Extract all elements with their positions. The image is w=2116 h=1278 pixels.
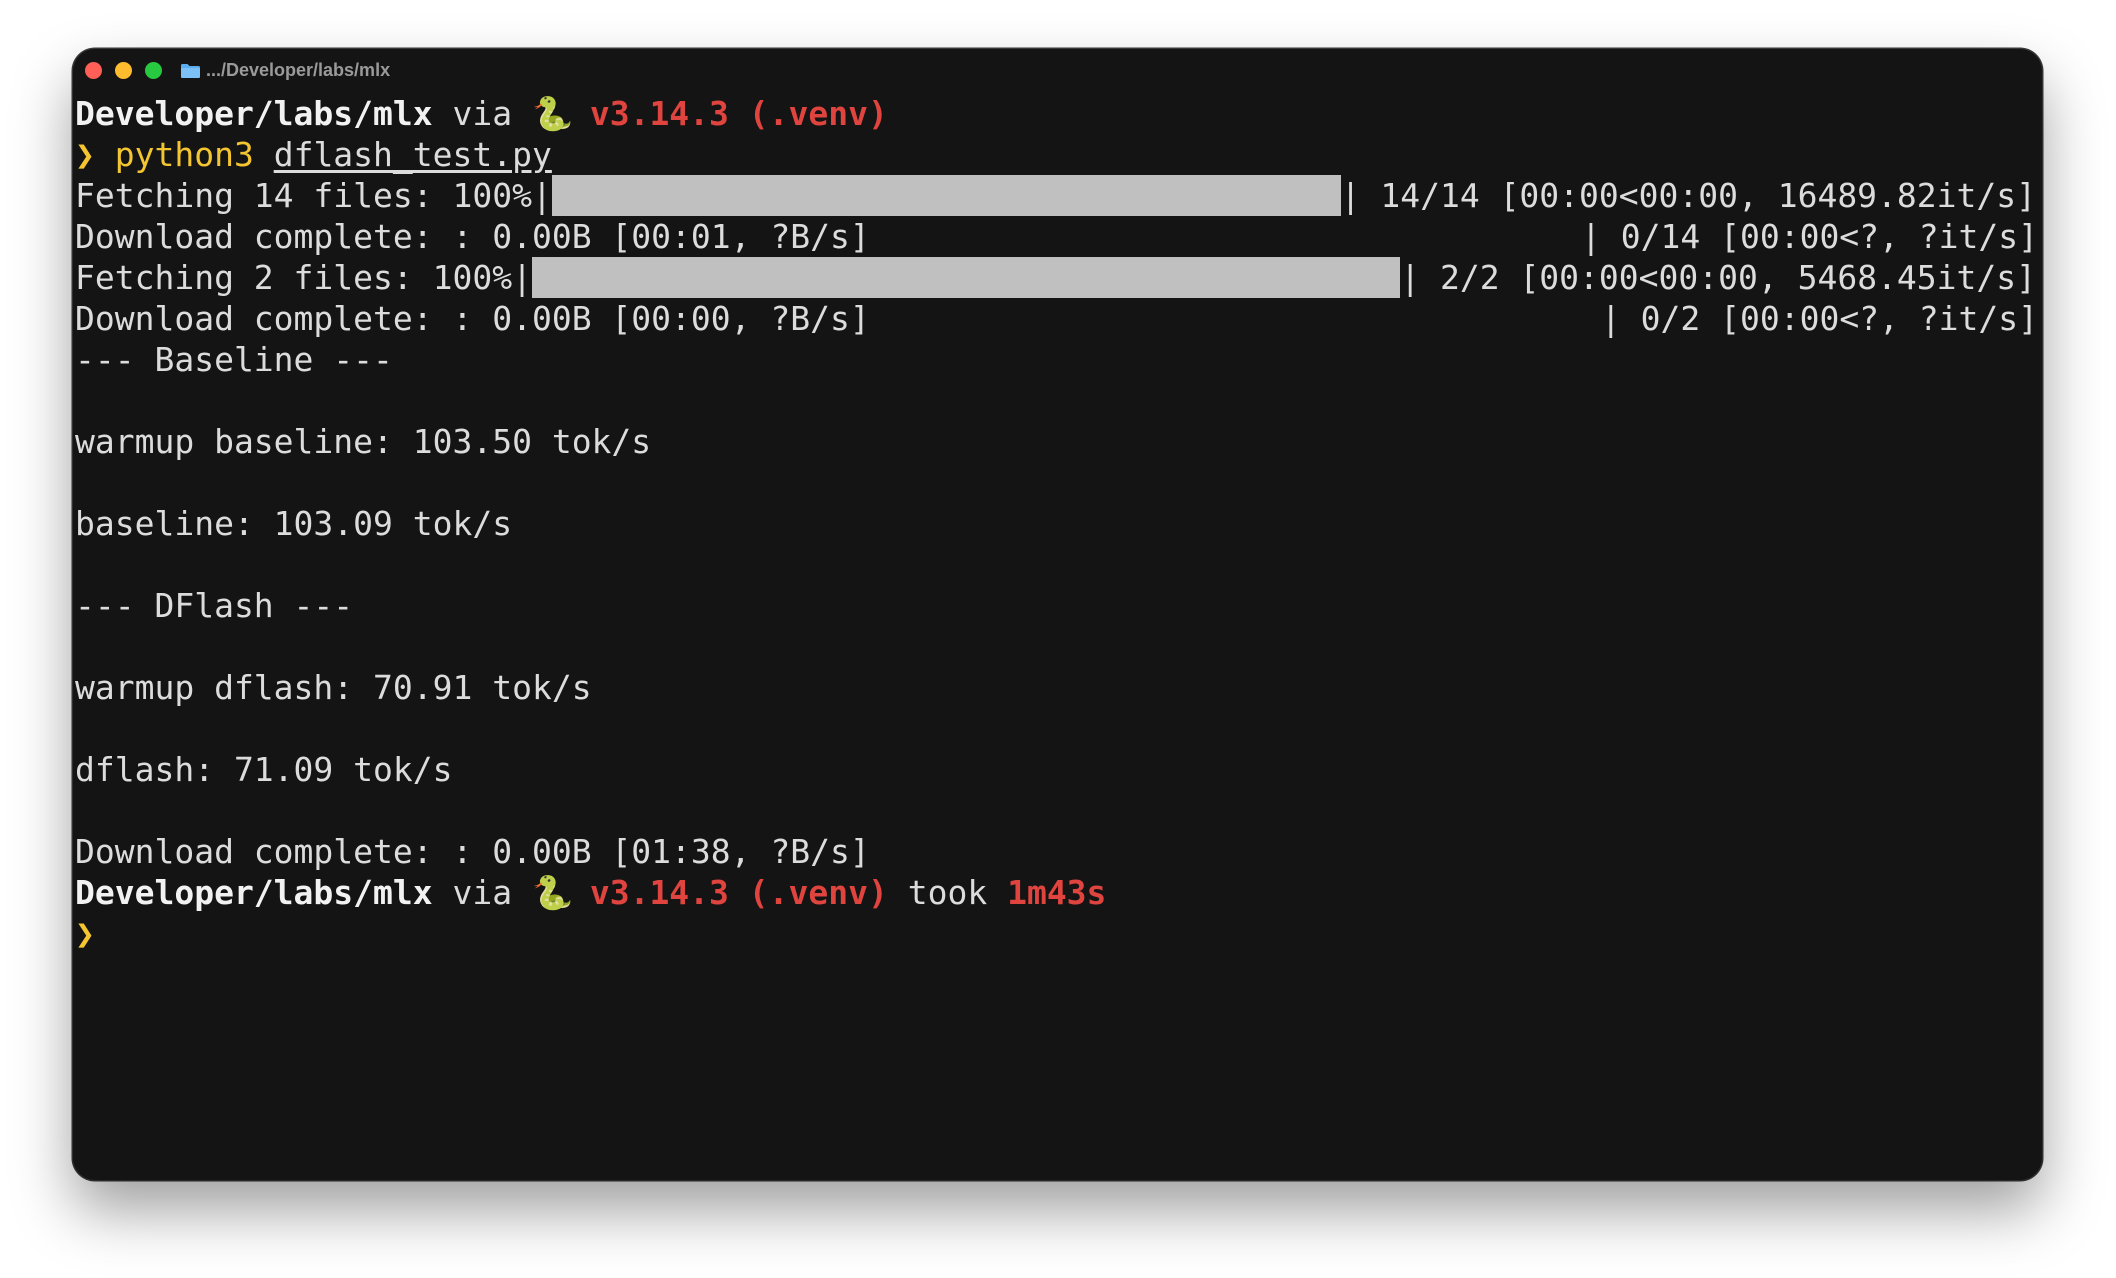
window-title: .../Developer/labs/mlx bbox=[206, 60, 391, 80]
prompt-line-3[interactable]: ❯ bbox=[75, 913, 2042, 954]
python-version: v3.14.3 (.venv) bbox=[569, 94, 888, 133]
download-line-2: Download complete: : 0.00B [00:00, ?B/s]… bbox=[75, 298, 2042, 339]
python-snake-icon: 🐍 bbox=[531, 94, 574, 133]
close-window-button[interactable] bbox=[85, 62, 102, 79]
command-duration: 1m43s bbox=[1007, 873, 1107, 912]
progress-label-1: Fetching 14 files: 100%| bbox=[75, 176, 552, 215]
download-text-1: Download complete: : 0.00B [00:01, ?B/s] bbox=[75, 217, 870, 256]
prompt-directory: Developer/labs/mlx bbox=[75, 873, 433, 912]
prompt-line-2: Developer/labs/mlx via 🐍 v3.14.3 (.venv)… bbox=[75, 872, 2042, 913]
minimize-window-button[interactable] bbox=[115, 62, 132, 79]
download-line-1: Download complete: : 0.00B [00:01, ?B/s]… bbox=[75, 216, 2042, 257]
python-snake-icon: 🐍 bbox=[531, 873, 574, 912]
prompt-symbol: ❯ bbox=[75, 914, 95, 953]
progress-line-2: Fetching 2 files: 100%| | 2/2 [00:00<00:0… bbox=[75, 257, 2042, 298]
dflash-result: dflash: 71.09 tok/s bbox=[75, 750, 453, 789]
baseline-result: baseline: 103.09 tok/s bbox=[75, 504, 513, 543]
prompt-symbol: ❯ bbox=[75, 135, 95, 174]
download-final-line: Download complete: : 0.00B [01:38, ?B/s] bbox=[75, 832, 870, 871]
command-line: ❯ python3 dflash_test.py bbox=[75, 134, 2042, 175]
progress-label-2: Fetching 2 files: 100%| bbox=[75, 258, 532, 297]
prompt-took: took bbox=[887, 873, 1008, 912]
command-program: python3 bbox=[114, 135, 254, 174]
prompt-directory: Developer/labs/mlx bbox=[75, 94, 433, 133]
progress-stats-1: | 14/14 [00:00<00:00, 16489.82it/s] bbox=[1340, 176, 2036, 215]
progress-bar-1 bbox=[551, 175, 1341, 216]
folder-icon bbox=[181, 64, 200, 78]
download-text-2: Download complete: : 0.00B [00:00, ?B/s] bbox=[75, 299, 870, 338]
dflash-header: --- DFlash --- bbox=[75, 586, 354, 625]
prompt-line-1: Developer/labs/mlx via 🐍 v3.14.3 (.venv) bbox=[75, 93, 2042, 134]
title-bar: .../Developer/labs/mlx bbox=[73, 49, 2042, 93]
progress-line-1: Fetching 14 files: 100%| | 14/14 [00:00<0… bbox=[75, 175, 2042, 216]
zoom-window-button[interactable] bbox=[145, 62, 162, 79]
prompt-via: via bbox=[432, 873, 532, 912]
baseline-header: --- Baseline --- bbox=[75, 340, 393, 379]
warmup-baseline-result: warmup baseline: 103.50 tok/s bbox=[75, 422, 652, 461]
progress-stats-2: | 2/2 [00:00<00:00, 5468.45it/s] bbox=[1400, 258, 2036, 297]
python-version: v3.14.3 (.venv) bbox=[569, 873, 888, 912]
progress-bar-2 bbox=[531, 257, 1401, 298]
prompt-via: via bbox=[432, 94, 532, 133]
command-file-link[interactable]: dflash_test.py bbox=[274, 135, 552, 174]
terminal-output[interactable]: Developer/labs/mlx via 🐍 v3.14.3 (.venv)… bbox=[75, 93, 2042, 954]
terminal-window: .../Developer/labs/mlx Developer/labs/ml… bbox=[73, 49, 2042, 1180]
download-stats-2: | 0/2 [00:00<?, ?it/s] bbox=[1600, 299, 2038, 338]
warmup-dflash-result: warmup dflash: 70.91 tok/s bbox=[75, 668, 592, 707]
download-stats-1: | 0/14 [00:00<?, ?it/s] bbox=[1581, 217, 2038, 256]
